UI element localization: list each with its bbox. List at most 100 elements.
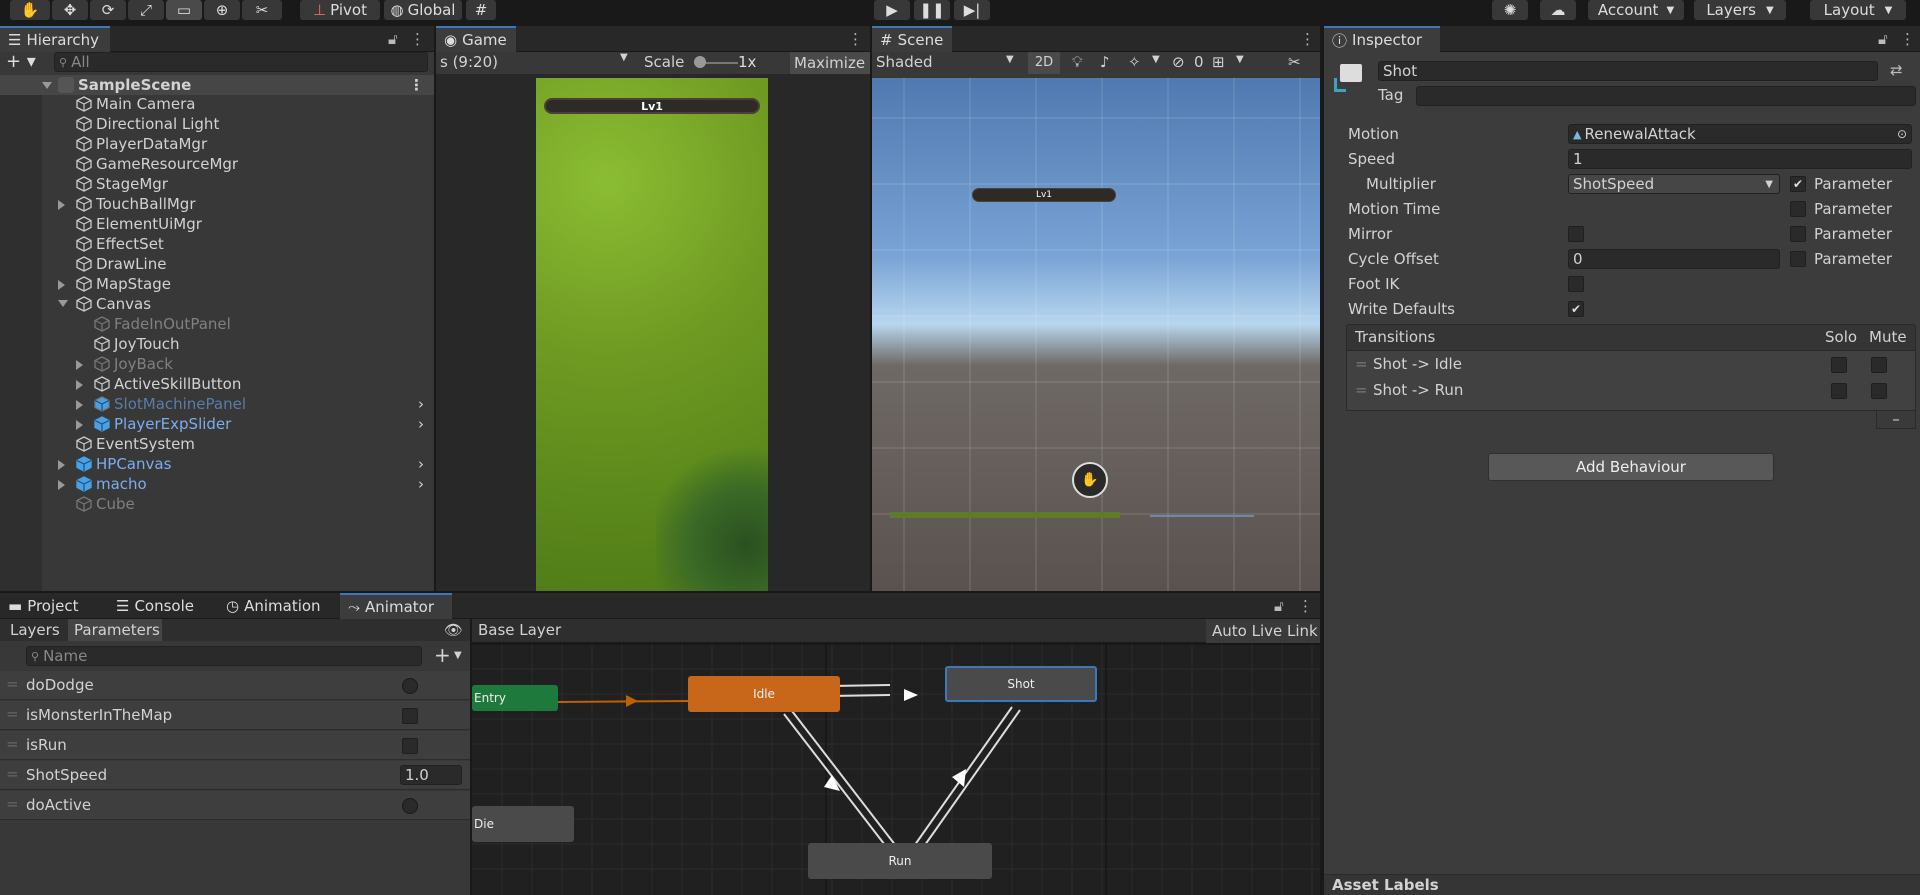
more-options-icon[interactable]: ⋮ <box>1900 30 1915 48</box>
bool-checkbox[interactable] <box>402 738 418 754</box>
visibility-icon[interactable]: ⊘ <box>1172 53 1185 71</box>
2d-toggle[interactable]: 2D <box>1028 52 1060 74</box>
hierarchy-row[interactable]: JoyTouch <box>0 335 434 355</box>
add-parameter-button[interactable]: + <box>434 643 451 667</box>
mirror-parameter-checkbox[interactable] <box>1790 226 1806 242</box>
add-behaviour-button[interactable]: Add Behaviour <box>1488 453 1774 481</box>
entry-idle-transition[interactable] <box>557 700 689 703</box>
tools-icon[interactable]: ✂ <box>1288 53 1301 71</box>
parameter-row[interactable]: = doDodge <box>0 671 470 700</box>
maximize-button[interactable]: Maximize <box>790 52 870 74</box>
float-value-field[interactable]: 1.0 <box>400 765 462 785</box>
expand-icon[interactable] <box>58 460 65 470</box>
drag-handle-icon[interactable]: = <box>6 735 19 753</box>
expand-icon[interactable] <box>42 81 52 89</box>
scene-row[interactable]: SampleScene ⋮ <box>0 75 434 95</box>
hierarchy-row[interactable]: TouchBallMgr <box>0 195 434 215</box>
rect-tool-icon[interactable]: ▭ <box>166 0 202 20</box>
more-options-icon[interactable]: ⋮ <box>1298 597 1313 615</box>
chevron-right-icon[interactable]: › <box>418 475 424 493</box>
animator-graph[interactable]: Base Layer Auto Live Link Entry Idle Sho… <box>472 619 1320 895</box>
tab-hierarchy[interactable]: ☰ Hierarchy <box>0 26 110 52</box>
tab-animator[interactable]: ⤳ Animator <box>340 593 452 619</box>
parameter-row[interactable]: = doActive <box>0 791 470 820</box>
hierarchy-row[interactable]: HPCanvas › <box>0 455 434 475</box>
hierarchy-row[interactable]: JoyBack <box>0 355 434 375</box>
chevron-down-icon[interactable]: ▼ <box>454 650 462 661</box>
tab-console[interactable]: ☰ Console <box>108 593 218 619</box>
tab-layers[interactable]: Layers <box>0 619 66 641</box>
drag-handle-icon[interactable]: = <box>6 765 19 783</box>
shot-run-transition[interactable] <box>919 709 1021 853</box>
hand-tool-icon[interactable]: ✋ <box>10 0 50 20</box>
object-name-field[interactable]: Shot <box>1378 61 1878 81</box>
idle-node[interactable]: Idle <box>688 676 840 712</box>
grid-snap-icon[interactable]: # <box>466 0 496 20</box>
remove-transition-button[interactable]: – <box>1876 411 1916 429</box>
expand-icon[interactable] <box>76 360 83 370</box>
run-idle-transition[interactable] <box>791 710 897 847</box>
global-button[interactable]: ◍ Global <box>384 0 462 20</box>
expand-icon[interactable] <box>58 280 65 290</box>
rotate-tool-icon[interactable]: ⟳ <box>90 0 126 20</box>
shading-dropdown[interactable]: Shaded <box>876 53 933 71</box>
tag-field[interactable] <box>1416 86 1916 106</box>
shot-node[interactable]: Shot <box>945 666 1097 702</box>
layers-dropdown[interactable]: Layers ▼ <box>1694 0 1786 20</box>
light-icon[interactable]: 💡︎ <box>1072 53 1083 71</box>
trigger-radio[interactable] <box>402 798 418 814</box>
custom-tool-icon[interactable]: ✂ <box>242 0 282 20</box>
hierarchy-row[interactable]: macho › <box>0 475 434 495</box>
drag-handle-icon[interactable]: = <box>6 705 19 723</box>
chevron-right-icon[interactable]: › <box>418 415 424 433</box>
tab-project[interactable]: ▬ Project <box>0 593 104 619</box>
tab-animation[interactable]: ◷ Animation <box>218 593 340 619</box>
eye-icon[interactable]: 👁︎ <box>444 621 463 639</box>
hierarchy-row[interactable]: Canvas <box>0 295 434 315</box>
speed-field[interactable]: 1 <box>1568 149 1912 169</box>
more-options-icon[interactable]: ⋮ <box>409 76 424 94</box>
hierarchy-row[interactable]: StageMgr <box>0 175 434 195</box>
resolution-dropdown[interactable]: s (9:20) <box>440 53 498 71</box>
expand-icon[interactable] <box>76 400 83 410</box>
transition-row[interactable]: = Shot -> Idle <box>1347 353 1915 377</box>
chevron-down-icon[interactable]: ▼ <box>1152 54 1160 65</box>
play-button[interactable]: ▶ <box>874 0 910 20</box>
chevron-right-icon[interactable]: › <box>418 455 424 473</box>
transition-row[interactable]: = Shot -> Run <box>1347 379 1915 403</box>
account-dropdown[interactable]: Account ▼ <box>1588 0 1684 20</box>
mute-checkbox[interactable] <box>1871 357 1887 373</box>
write-defaults-checkbox[interactable]: ✔ <box>1568 301 1584 317</box>
parameter-row[interactable]: = ShotSpeed 1.0 <box>0 761 470 790</box>
cycle-offset-field[interactable]: 0 <box>1568 249 1780 269</box>
lock-icon[interactable]: 🔓︎ <box>1878 30 1888 48</box>
parameter-row[interactable]: = isRun <box>0 731 470 760</box>
layout-dropdown[interactable]: Layout ▼ <box>1810 0 1906 20</box>
audio-icon[interactable]: ♪ <box>1100 53 1110 71</box>
drag-handle-icon[interactable]: = <box>6 795 19 813</box>
hierarchy-row[interactable]: MapStage <box>0 275 434 295</box>
hierarchy-row[interactable]: FadeInOutPanel <box>0 315 434 335</box>
tab-inspector[interactable]: ⓘ Inspector <box>1324 26 1440 52</box>
scale-tool-icon[interactable]: ⤢ <box>128 0 164 20</box>
hierarchy-row[interactable]: SlotMachinePanel › <box>0 395 434 415</box>
transform-tool-icon[interactable]: ⊕ <box>204 0 240 20</box>
idle-run-transition[interactable] <box>783 713 889 850</box>
motion-field[interactable]: ▲ RenewalAttack ⊙ <box>1568 124 1912 144</box>
object-picker-icon[interactable]: ⊙ <box>1897 127 1907 141</box>
expand-icon[interactable] <box>58 480 65 490</box>
drag-handle-icon[interactable]: = <box>1355 381 1368 399</box>
hierarchy-row[interactable]: PlayerExpSlider › <box>0 415 434 435</box>
foot-ik-checkbox[interactable] <box>1568 276 1584 292</box>
solo-checkbox[interactable] <box>1831 357 1847 373</box>
services-icon[interactable]: ✺ <box>1492 0 1528 20</box>
pause-button[interactable]: ❚❚ <box>914 0 950 20</box>
hierarchy-row[interactable]: Main Camera <box>0 95 434 115</box>
more-options-icon[interactable]: ⋮ <box>848 30 863 48</box>
lock-icon[interactable]: 🔓︎ <box>1274 597 1284 615</box>
mirror-checkbox[interactable] <box>1568 226 1584 242</box>
trigger-radio[interactable] <box>402 678 418 694</box>
effects-icon[interactable]: ✧ <box>1128 53 1141 71</box>
move-tool-icon[interactable]: ✥ <box>52 0 88 20</box>
hierarchy-row[interactable]: EventSystem <box>0 435 434 455</box>
